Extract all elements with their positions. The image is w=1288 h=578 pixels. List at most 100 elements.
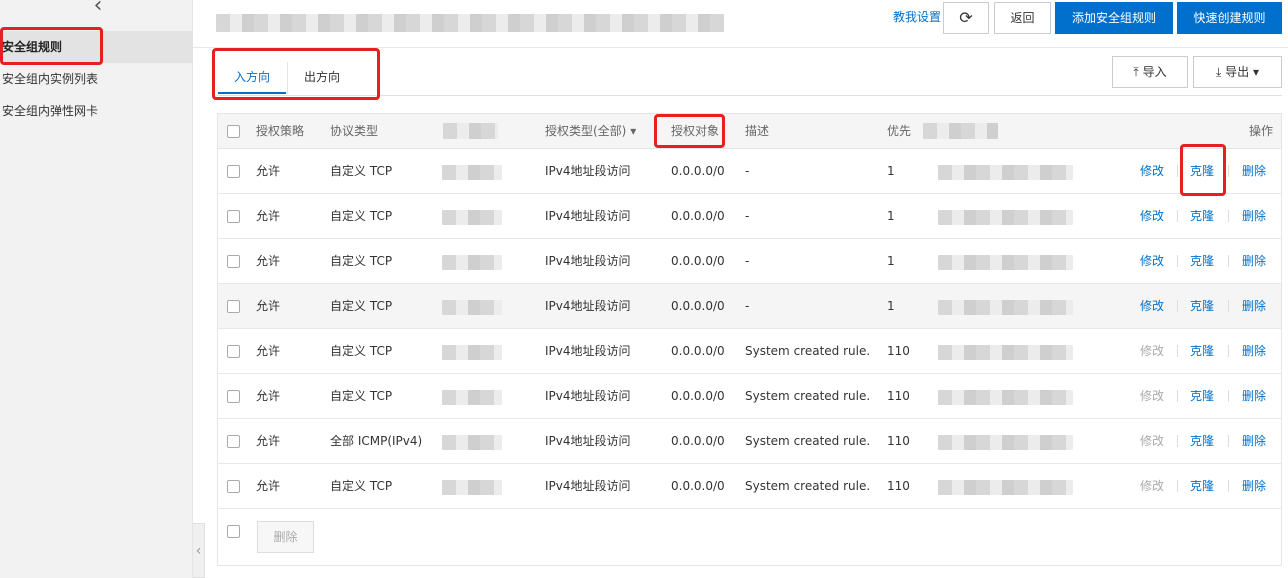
header-auth-type[interactable]: 授权类型(全部) ▾ — [545, 114, 636, 149]
cell-description: - — [745, 164, 750, 178]
table-header: 授权策略 协议类型 授权类型(全部) ▾ 授权对象 描述 优先 操作 — [218, 114, 1281, 149]
cell-auth-type: IPv4地址段访问 — [545, 434, 631, 448]
cell-redacted — [938, 480, 1073, 495]
sidebar-item-eni[interactable]: 安全组内弹性网卡 — [0, 95, 193, 127]
refresh-icon: ⟳ — [959, 8, 973, 27]
cell-priority: 1 — [887, 299, 895, 313]
row-checkbox[interactable] — [227, 435, 240, 448]
cell-priority: 1 — [887, 209, 895, 223]
cell-protocol: 自定义 TCP — [330, 389, 393, 403]
cell-protocol: 自定义 TCP — [330, 299, 393, 313]
cell-redacted — [938, 210, 1073, 225]
edit-link[interactable]: 修改 — [1140, 284, 1164, 329]
row-checkbox[interactable] — [227, 300, 240, 313]
table-row: 允许 自定义 TCP IPv4地址段访问 0.0.0.0/0 - 1 修改 克隆 删除 — [218, 194, 1281, 239]
import-button[interactable]: ⤒ 导入 — [1112, 56, 1188, 88]
table-body: 允许 自定义 TCP IPv4地址段访问 0.0.0.0/0-1 修改 克隆 删除 允许 自定义… — [218, 149, 1281, 509]
delete-link[interactable]: 删除 — [1242, 284, 1266, 329]
edit-link[interactable]: 修改 — [1140, 329, 1164, 374]
cell-redacted — [442, 210, 502, 225]
cell-auth-object: 0.0.0.0/0 — [671, 389, 725, 403]
clone-link[interactable]: 克隆 — [1190, 284, 1214, 329]
cell-description: - — [745, 299, 750, 313]
table-row: 允许 自定义 TCP IPv4地址段访问 0.0.0.0/0 System create… — [218, 329, 1281, 374]
clone-link[interactable]: 克隆 — [1190, 464, 1214, 509]
delete-link[interactable]: 删除 — [1242, 329, 1266, 374]
delete-link[interactable]: 删除 — [1242, 194, 1266, 239]
delete-link[interactable]: 删除 — [1242, 149, 1266, 194]
sidebar-item-label: 安全组内弹性网卡 — [2, 104, 99, 118]
row-checkbox[interactable] — [227, 210, 240, 223]
cell-policy: 允许 — [256, 434, 281, 448]
row-checkbox[interactable] — [227, 255, 240, 268]
row-checkbox[interactable] — [227, 390, 240, 403]
footer-select-checkbox[interactable] — [227, 525, 240, 538]
cell-policy: 允许 — [256, 344, 281, 358]
edit-link[interactable]: 修改 — [1140, 239, 1164, 284]
upload-icon: ⤒ — [1133, 65, 1139, 79]
sidebar-collapse-handle[interactable]: ‹ — [193, 523, 205, 578]
cell-auth-type: IPv4地址段访问 — [545, 209, 631, 223]
cell-redacted — [442, 345, 502, 360]
cell-redacted — [938, 390, 1073, 405]
action-separator — [1228, 435, 1229, 447]
action-separator — [1228, 390, 1229, 402]
cell-protocol: 自定义 TCP — [330, 479, 393, 493]
row-checkbox[interactable] — [227, 165, 240, 178]
cell-description: System created rule. — [745, 434, 871, 448]
annotation-box — [1180, 144, 1226, 196]
row-checkbox[interactable] — [227, 345, 240, 358]
quick-create-button[interactable]: 快速创建规则 — [1177, 2, 1282, 34]
cell-redacted — [442, 165, 502, 180]
batch-delete-button[interactable]: 删除 — [257, 521, 314, 553]
edit-link[interactable]: 修改 — [1140, 464, 1164, 509]
cell-policy: 允许 — [256, 254, 281, 268]
cell-auth-type: IPv4地址段访问 — [545, 299, 631, 313]
action-separator — [1228, 300, 1229, 312]
action-separator — [1228, 345, 1229, 357]
cell-protocol: 全部 ICMP(IPv4) — [330, 434, 423, 448]
edit-link[interactable]: 修改 — [1140, 419, 1164, 464]
cell-protocol: 自定义 TCP — [330, 344, 393, 358]
action-separator — [1228, 165, 1229, 177]
sidebar-item-instance-list[interactable]: 安全组内实例列表 — [0, 63, 193, 95]
cell-redacted — [442, 390, 502, 405]
delete-link[interactable]: 删除 — [1242, 374, 1266, 419]
row-checkbox[interactable] — [227, 480, 240, 493]
cell-protocol: 自定义 TCP — [330, 209, 393, 223]
cell-auth-type: IPv4地址段访问 — [545, 344, 631, 358]
cell-protocol: 自定义 TCP — [330, 164, 393, 178]
delete-link[interactable]: 删除 — [1242, 419, 1266, 464]
header-priority: 优先 — [887, 124, 912, 138]
refresh-button[interactable]: ⟳ — [943, 2, 989, 34]
back-button[interactable]: 返回 — [994, 2, 1051, 34]
cell-redacted — [442, 255, 502, 270]
cell-redacted — [938, 165, 1073, 180]
cell-auth-object: 0.0.0.0/0 — [671, 209, 725, 223]
export-label: 导出 — [1225, 65, 1250, 79]
delete-link[interactable]: 删除 — [1242, 464, 1266, 509]
clone-link[interactable]: 克隆 — [1190, 419, 1214, 464]
edit-link[interactable]: 修改 — [1140, 149, 1164, 194]
edit-link[interactable]: 修改 — [1140, 374, 1164, 419]
action-separator — [1177, 255, 1178, 267]
select-all-checkbox[interactable] — [227, 125, 240, 138]
clone-link[interactable]: 克隆 — [1190, 329, 1214, 374]
action-separator — [1177, 300, 1178, 312]
help-link[interactable]: 教我设置 — [893, 8, 941, 26]
cell-auth-object: 0.0.0.0/0 — [671, 164, 725, 178]
header-policy: 授权策略 — [256, 124, 305, 138]
clone-link[interactable]: 克隆 — [1190, 239, 1214, 284]
annotation-box — [0, 27, 103, 65]
edit-link[interactable]: 修改 — [1140, 194, 1164, 239]
chevron-left-icon[interactable]: ‹ — [88, 0, 108, 17]
add-rule-button[interactable]: 添加安全组规则 — [1055, 2, 1173, 34]
export-button[interactable]: ⤓ 导出 ▾ — [1193, 56, 1282, 88]
cell-description: System created rule. — [745, 479, 871, 493]
clone-link[interactable]: 克隆 — [1190, 374, 1214, 419]
clone-link[interactable]: 克隆 — [1190, 194, 1214, 239]
delete-link[interactable]: 删除 — [1242, 239, 1266, 284]
cell-redacted — [938, 435, 1073, 450]
table-row: 允许 自定义 TCP IPv4地址段访问 0.0.0.0/0 - 1 修改 克隆 删除 — [218, 239, 1281, 284]
cell-priority: 1 — [887, 164, 895, 178]
